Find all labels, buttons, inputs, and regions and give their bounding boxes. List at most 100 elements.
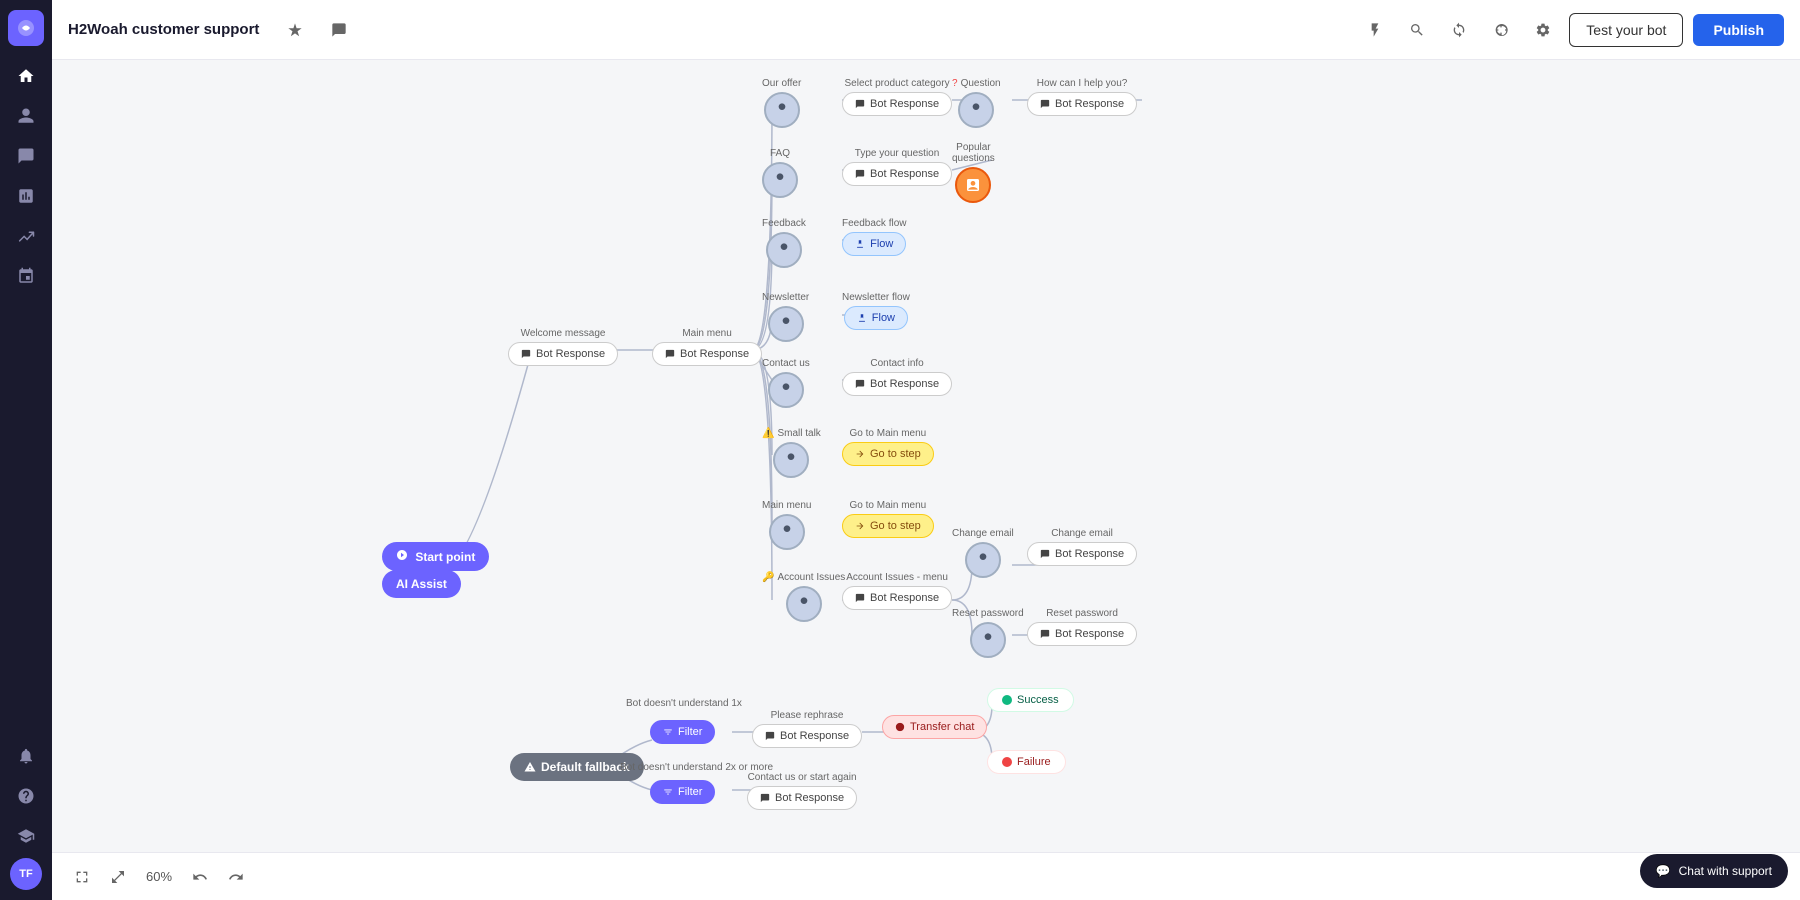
fit-view-icon[interactable]: [68, 863, 96, 891]
change-email-response-node[interactable]: Change email Bot Response: [1027, 528, 1137, 566]
faq-circle[interactable]: [762, 162, 798, 198]
sidebar-item-analytics[interactable]: [8, 218, 44, 254]
contact-us-circle[interactable]: [768, 372, 804, 408]
filter2-node[interactable]: Filter: [650, 780, 715, 804]
contact-info-pill[interactable]: Bot Response: [842, 372, 952, 396]
popular-questions-circle[interactable]: [955, 167, 991, 203]
reset-password-response-pill[interactable]: Bot Response: [1027, 622, 1137, 646]
select-product-node[interactable]: Select product category Bot Response: [842, 78, 952, 116]
small-talk-node[interactable]: ⚠️ Small talk: [762, 428, 821, 478]
account-issues-menu-pill[interactable]: Bot Response: [842, 586, 952, 610]
select-product-pill[interactable]: Bot Response: [842, 92, 952, 116]
go-to-step2-node[interactable]: Go to Main menu Go to step: [842, 500, 934, 538]
newsletter-flow-pill[interactable]: Flow: [844, 306, 908, 330]
test-bot-button[interactable]: Test your bot: [1569, 13, 1683, 47]
go-to-step1-node[interactable]: Go to Main menu Go to step: [842, 428, 934, 466]
reset-password-circle[interactable]: [970, 622, 1006, 658]
our-offer-circle[interactable]: [764, 92, 800, 128]
canvas[interactable]: Start point AI Assist Welcome message Bo…: [52, 60, 1800, 900]
reset-password-response-node[interactable]: Reset password Bot Response: [1027, 608, 1137, 646]
bottombar: 60%: [52, 852, 1800, 900]
feedback-circle[interactable]: [766, 232, 802, 268]
newsletter-flow-node[interactable]: Newsletter flow Flow: [842, 292, 910, 330]
search-icon[interactable]: [1401, 14, 1433, 46]
account-issues-node[interactable]: 🔑 Account Issues: [762, 572, 845, 622]
small-talk-circle[interactable]: [773, 442, 809, 478]
failure-node[interactable]: Failure: [987, 750, 1066, 774]
reset-password-label: Reset password: [952, 608, 1024, 619]
welcome-message-pill[interactable]: Bot Response: [508, 342, 618, 366]
how-can-i-help-pill[interactable]: Bot Response: [1027, 92, 1137, 116]
publish-button[interactable]: Publish: [1693, 14, 1784, 46]
filter1-pill[interactable]: Filter: [650, 720, 715, 744]
contact-restart-pill[interactable]: Bot Response: [747, 786, 857, 810]
magic-icon[interactable]: [279, 14, 311, 46]
ai-assist-node[interactable]: AI Assist: [382, 570, 461, 598]
sidebar-item-notifications[interactable]: [8, 738, 44, 774]
please-rephrase-pill[interactable]: Bot Response: [752, 724, 862, 748]
sidebar-item-reports[interactable]: [8, 178, 44, 214]
contact-info-node[interactable]: Contact info Bot Response: [842, 358, 952, 396]
how-can-i-help-node[interactable]: How can I help you? Bot Response: [1027, 78, 1137, 116]
go-to-step2-pill[interactable]: Go to step: [842, 514, 934, 538]
account-issues-menu-label: Account Issues - menu: [846, 572, 948, 583]
feedback-flow-node[interactable]: Feedback flow Flow: [842, 218, 906, 256]
go-to-step2-label: Go to Main menu: [850, 500, 927, 511]
refresh-icon[interactable]: [1443, 14, 1475, 46]
sidebar-logo[interactable]: [8, 10, 44, 46]
contact-us-node[interactable]: Contact us: [762, 358, 810, 408]
account-issues-circle[interactable]: [786, 586, 822, 622]
page-title: H2Woah customer support: [68, 21, 259, 38]
change-email-node[interactable]: Change email: [952, 528, 1014, 578]
sidebar-item-help[interactable]: [8, 778, 44, 814]
sidebar-item-academy[interactable]: [8, 818, 44, 854]
type-question-pill[interactable]: Bot Response: [842, 162, 952, 186]
question-circle[interactable]: [958, 92, 994, 128]
go-to-step1-pill[interactable]: Go to step: [842, 442, 934, 466]
contact-restart-node[interactable]: Contact us or start again Bot Response: [747, 772, 857, 810]
main-menu2-circle[interactable]: [769, 514, 805, 550]
newsletter-circle[interactable]: [768, 306, 804, 342]
type-question-label: Type your question: [855, 148, 940, 159]
lightning-icon[interactable]: [1359, 14, 1391, 46]
change-email-response-pill[interactable]: Bot Response: [1027, 542, 1137, 566]
main-menu-node[interactable]: Main menu Bot Response: [652, 328, 762, 366]
account-issues-menu-node[interactable]: Account Issues - menu Bot Response: [842, 572, 952, 610]
welcome-message-node[interactable]: Welcome message Bot Response: [508, 328, 618, 366]
filter2-pill[interactable]: Filter: [650, 780, 715, 804]
change-email-circle[interactable]: [965, 542, 1001, 578]
main-menu2-node[interactable]: Main menu: [762, 500, 811, 550]
small-talk-label: ⚠️ Small talk: [762, 428, 821, 439]
reset-password-node[interactable]: Reset password: [952, 608, 1024, 658]
chat-config-icon[interactable]: [323, 14, 355, 46]
undo-icon[interactable]: [186, 863, 214, 891]
start-point-node[interactable]: Start point: [382, 542, 489, 571]
sidebar-item-users[interactable]: [8, 98, 44, 134]
feedback-node[interactable]: Feedback: [762, 218, 806, 268]
newsletter-node[interactable]: Newsletter: [762, 292, 809, 342]
our-offer-node[interactable]: Our offer: [762, 78, 801, 128]
avatar[interactable]: TF: [10, 858, 42, 890]
feedback-flow-label: Feedback flow: [842, 218, 906, 229]
question-node[interactable]: ? Question: [952, 78, 1001, 128]
chat-widget[interactable]: 💬 Chat with support: [1640, 854, 1788, 888]
faq-node[interactable]: FAQ: [762, 148, 798, 198]
sidebar-item-home[interactable]: [8, 58, 44, 94]
sidebar-item-messages[interactable]: [8, 138, 44, 174]
filter1-node[interactable]: Filter: [650, 720, 715, 744]
sidebar: TF: [0, 0, 52, 900]
redo-icon[interactable]: [222, 863, 250, 891]
success-node[interactable]: Success: [987, 688, 1074, 712]
type-question-node[interactable]: Type your question Bot Response: [842, 148, 952, 186]
transfer-chat-node[interactable]: Transfer chat: [882, 715, 987, 739]
sidebar-item-integrations[interactable]: [8, 258, 44, 294]
history-icon[interactable]: [1485, 14, 1517, 46]
contact-restart-label: Contact us or start again: [748, 772, 857, 783]
popular-questions-node[interactable]: Popularquestions: [952, 142, 995, 203]
main-menu-pill[interactable]: Bot Response: [652, 342, 762, 366]
expand-icon[interactable]: [104, 863, 132, 891]
settings-icon[interactable]: [1527, 14, 1559, 46]
please-rephrase-node[interactable]: Please rephrase Bot Response: [752, 710, 862, 748]
feedback-flow-pill[interactable]: Flow: [842, 232, 906, 256]
transfer-chat-pill[interactable]: Transfer chat: [882, 715, 987, 739]
